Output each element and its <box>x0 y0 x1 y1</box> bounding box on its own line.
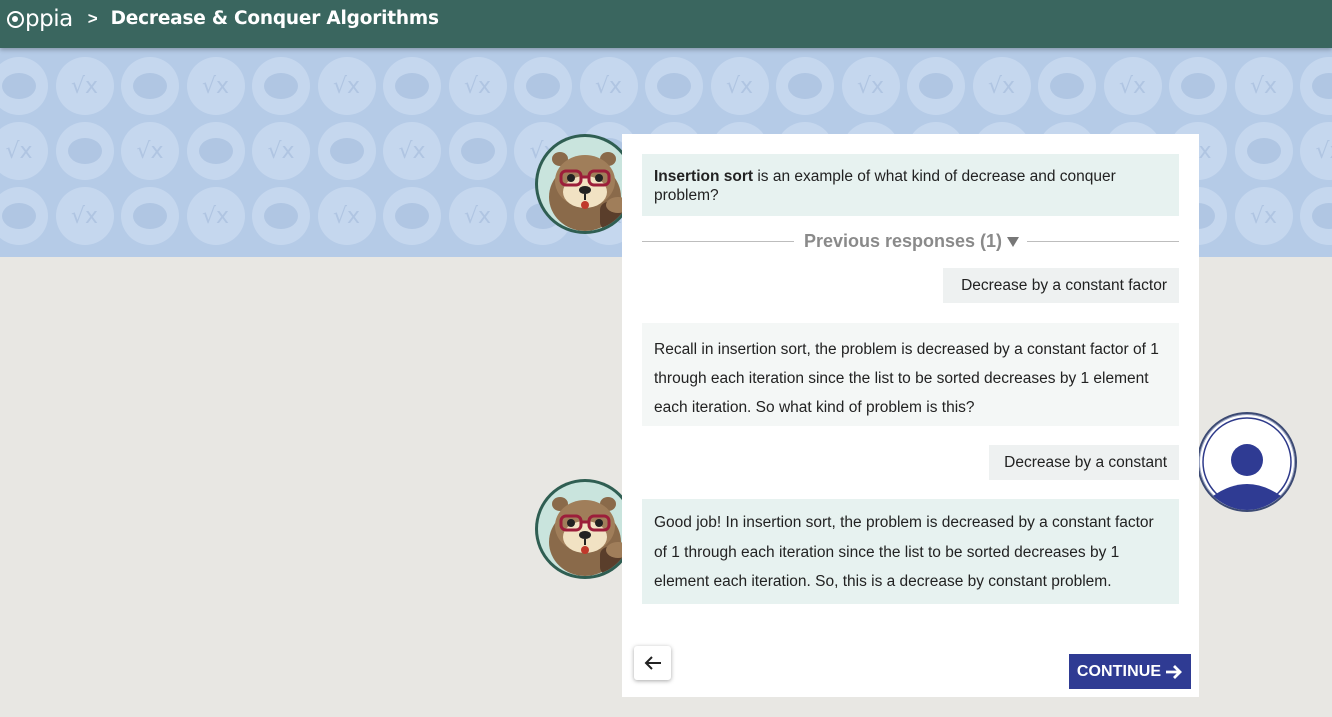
learner-avatar-icon <box>1202 417 1292 510</box>
learner-avatar <box>1197 412 1297 512</box>
pattern-piggy-icon <box>1038 57 1096 115</box>
previous-answer-text: Decrease by a constant factor <box>961 277 1167 294</box>
pattern-piggy-icon <box>121 57 179 115</box>
divider <box>642 240 794 242</box>
caret-down-icon <box>1007 237 1020 247</box>
pattern-sqrt-icon: √x <box>579 57 638 115</box>
divider <box>1027 240 1179 242</box>
logo-text: ppia <box>25 6 73 32</box>
pattern-sqrt-icon: √x <box>121 122 179 180</box>
pattern-piggy-icon <box>0 57 48 115</box>
topic-title: Decrease & Conquer Algorithms <box>110 8 439 29</box>
pattern-sqrt-icon: √x <box>1300 122 1332 180</box>
question-bold-term: Insertion sort <box>654 168 754 185</box>
tutor-avatar <box>535 479 635 579</box>
pattern-sqrt-icon: √x <box>0 122 48 180</box>
top-navbar: ppia > Decrease & Conquer Algorithms <box>0 0 1332 48</box>
pattern-piggy-icon <box>1300 187 1332 245</box>
pattern-sqrt-icon: √x <box>1103 57 1162 115</box>
pattern-sqrt-icon: √x <box>1234 187 1293 245</box>
pattern-sqrt-icon: √x <box>317 187 376 245</box>
pattern-sqrt-icon: √x <box>186 187 245 245</box>
previous-responses-label-wrap[interactable]: Previous responses (1) <box>794 231 1027 252</box>
learner-answer-text: Decrease by a constant <box>1004 454 1167 471</box>
pattern-piggy-icon <box>317 122 376 180</box>
pattern-piggy-icon <box>776 57 834 115</box>
arrow-right-icon <box>1165 663 1183 681</box>
pattern-sqrt-icon: √x <box>186 57 245 115</box>
pattern-sqrt-icon: √x <box>317 57 376 115</box>
pattern-piggy-icon <box>55 122 114 180</box>
otter-icon <box>549 152 630 231</box>
pattern-sqrt-icon: √x <box>383 122 441 180</box>
pattern-sqrt-icon: √x <box>972 57 1031 115</box>
learner-answer-bubble: Decrease by a constant <box>989 445 1179 480</box>
previous-responses-label: Previous responses (1) <box>803 230 1003 251</box>
continue-label: CONTINUE <box>1076 662 1162 680</box>
pattern-sqrt-icon: √x <box>55 57 114 115</box>
pattern-piggy-icon <box>252 187 310 245</box>
back-button[interactable] <box>634 646 671 680</box>
hint-feedback-text: Recall in insertion sort, the problem is… <box>654 341 1159 416</box>
pattern-piggy-icon <box>0 187 48 245</box>
final-feedback-text: Good job! In insertion sort, the problem… <box>654 514 1154 590</box>
pattern-sqrt-icon: √x <box>710 57 769 115</box>
pattern-piggy-icon <box>645 57 703 115</box>
previous-answer-bubble: Decrease by a constant factor <box>943 268 1179 303</box>
back-arrow-icon <box>644 656 661 670</box>
hint-feedback-bubble: Recall in insertion sort, the problem is… <box>642 323 1179 426</box>
question-bubble: Insertion sort is an example of what kin… <box>642 154 1179 216</box>
pattern-sqrt-icon: √x <box>252 122 310 180</box>
pattern-piggy-icon <box>121 187 179 245</box>
pattern-sqrt-icon: √x <box>448 187 507 245</box>
previous-responses-toggle[interactable]: Previous responses (1) <box>642 230 1179 252</box>
pattern-sqrt-icon: √x <box>448 57 507 115</box>
pattern-piggy-icon <box>383 57 441 115</box>
pattern-piggy-icon <box>907 57 965 115</box>
final-feedback-bubble: Good job! In insertion sort, the problem… <box>642 499 1179 604</box>
pattern-piggy-icon <box>383 187 441 245</box>
breadcrumb-separator: > <box>87 9 98 28</box>
pattern-piggy-icon <box>1234 122 1293 180</box>
pattern-piggy-icon <box>252 57 310 115</box>
pattern-sqrt-icon: √x <box>55 187 114 245</box>
pattern-piggy-icon <box>1300 57 1332 115</box>
pattern-piggy-icon <box>448 122 507 180</box>
continue-button[interactable]: CONTINUE <box>1069 654 1191 689</box>
pattern-piggy-icon <box>1169 57 1227 115</box>
pattern-piggy-icon <box>186 122 245 180</box>
tutor-avatar <box>535 134 635 234</box>
oppia-logo-icon <box>7 10 24 28</box>
otter-icon <box>549 497 630 576</box>
pattern-piggy-icon <box>514 57 572 115</box>
oppia-logo[interactable]: ppia <box>7 5 73 33</box>
pattern-sqrt-icon: √x <box>841 57 900 115</box>
conversation-card: Insertion sort is an example of what kin… <box>622 134 1199 697</box>
pattern-sqrt-icon: √x <box>1234 57 1293 115</box>
